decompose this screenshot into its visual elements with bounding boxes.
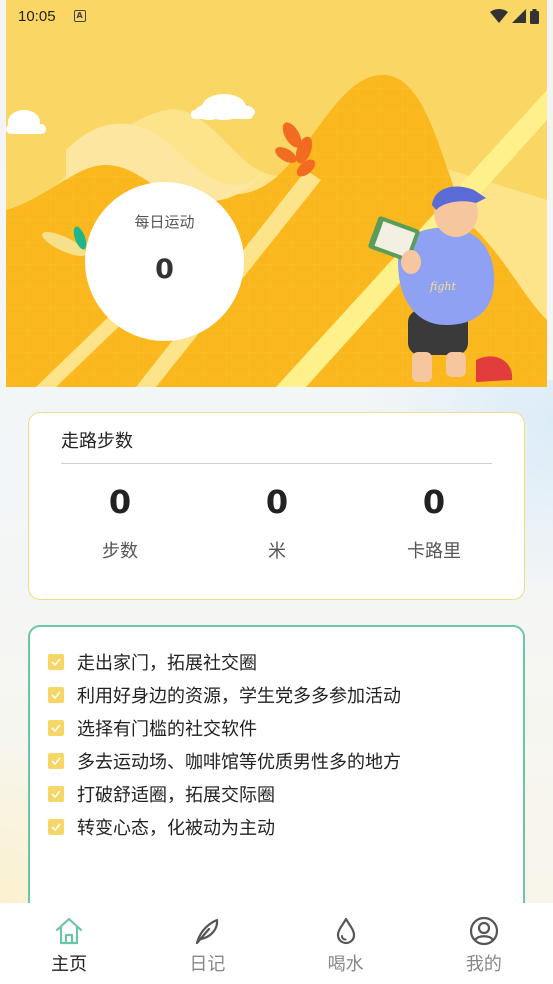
stat-calories-value: 0: [422, 483, 446, 521]
a-icon: A: [73, 10, 86, 22]
bottom-navigation: 主页 日记 喝水 我的: [0, 903, 553, 984]
checkbox-icon: [48, 686, 64, 703]
battery-icon: [530, 8, 539, 24]
tip-text: 利用好身边的资源，学生党多多参加活动: [77, 685, 401, 707]
status-bar: 10:05 A: [0, 0, 553, 32]
tip-item: 选择有门槛的社交软件: [48, 711, 523, 744]
svg-text:fight: fight: [429, 280, 456, 293]
stat-calories: 0 卡路里: [374, 483, 494, 563]
steps-card-title: 走路步数: [61, 431, 133, 452]
tip-text: 多去运动场、咖啡馆等优质男性多的地方: [77, 751, 401, 773]
nav-item-home[interactable]: 主页: [0, 903, 138, 984]
checkbox-icon: [48, 785, 64, 802]
home-icon: [56, 917, 83, 945]
wifi-icon: [490, 9, 508, 23]
checkbox-icon: [48, 752, 64, 769]
divider: [61, 463, 492, 464]
nav-label-home: 主页: [51, 954, 88, 975]
signal-icon: [512, 9, 526, 23]
stat-steps: 0 步数: [60, 483, 180, 563]
stat-steps-value: 0: [108, 483, 132, 521]
nav-item-diary[interactable]: 日记: [138, 903, 276, 984]
water-drop-icon: [336, 917, 355, 945]
hero-banner: fight: [6, 0, 547, 387]
feather-icon: [196, 918, 219, 945]
tip-text: 走出家门，拓展社交圈: [77, 652, 257, 674]
tips-card: 走出家门，拓展社交圈 利用好身边的资源，学生党多多参加活动 选择有门槛的社交软件…: [28, 625, 525, 945]
stat-calories-label: 卡路里: [407, 541, 461, 562]
stat-meters: 0 米: [217, 483, 337, 563]
tip-item: 打破舒适圈，拓展交际圈: [48, 777, 523, 810]
daily-exercise-title: 每日运动: [134, 213, 195, 231]
walking-steps-card: 走路步数 0 步数 0 米 0 卡路里: [28, 412, 525, 600]
checkbox-icon: [48, 719, 64, 736]
nav-label-diary: 日记: [189, 954, 226, 975]
daily-exercise-circle: 每日运动 0: [85, 182, 244, 341]
checkbox-icon: [48, 653, 64, 670]
tip-text: 打破舒适圈，拓展交际圈: [77, 784, 275, 806]
stat-steps-label: 步数: [102, 541, 138, 562]
tip-item: 多去运动场、咖啡馆等优质男性多的地方: [48, 744, 523, 777]
tip-item: 走出家门，拓展社交圈: [48, 645, 523, 678]
daily-exercise-value: 0: [155, 254, 174, 285]
stat-meters-label: 米: [268, 541, 286, 562]
nav-label-mine: 我的: [465, 954, 502, 975]
hero-illustration: fight: [6, 0, 547, 387]
tip-text: 选择有门槛的社交软件: [77, 718, 257, 740]
tip-item: 利用好身边的资源，学生党多多参加活动: [48, 678, 523, 711]
tip-item: 转变心态，化被动为主动: [48, 810, 523, 843]
stat-meters-value: 0: [265, 483, 289, 521]
nav-item-water[interactable]: 喝水: [277, 903, 415, 984]
status-icons: [490, 8, 539, 24]
checkbox-icon: [48, 818, 64, 835]
nav-label-water: 喝水: [327, 954, 364, 975]
nav-item-mine[interactable]: 我的: [415, 903, 553, 984]
status-time: 10:05: [18, 7, 56, 25]
tip-text: 转变心态，化被动为主动: [77, 817, 275, 839]
user-icon: [469, 916, 498, 946]
